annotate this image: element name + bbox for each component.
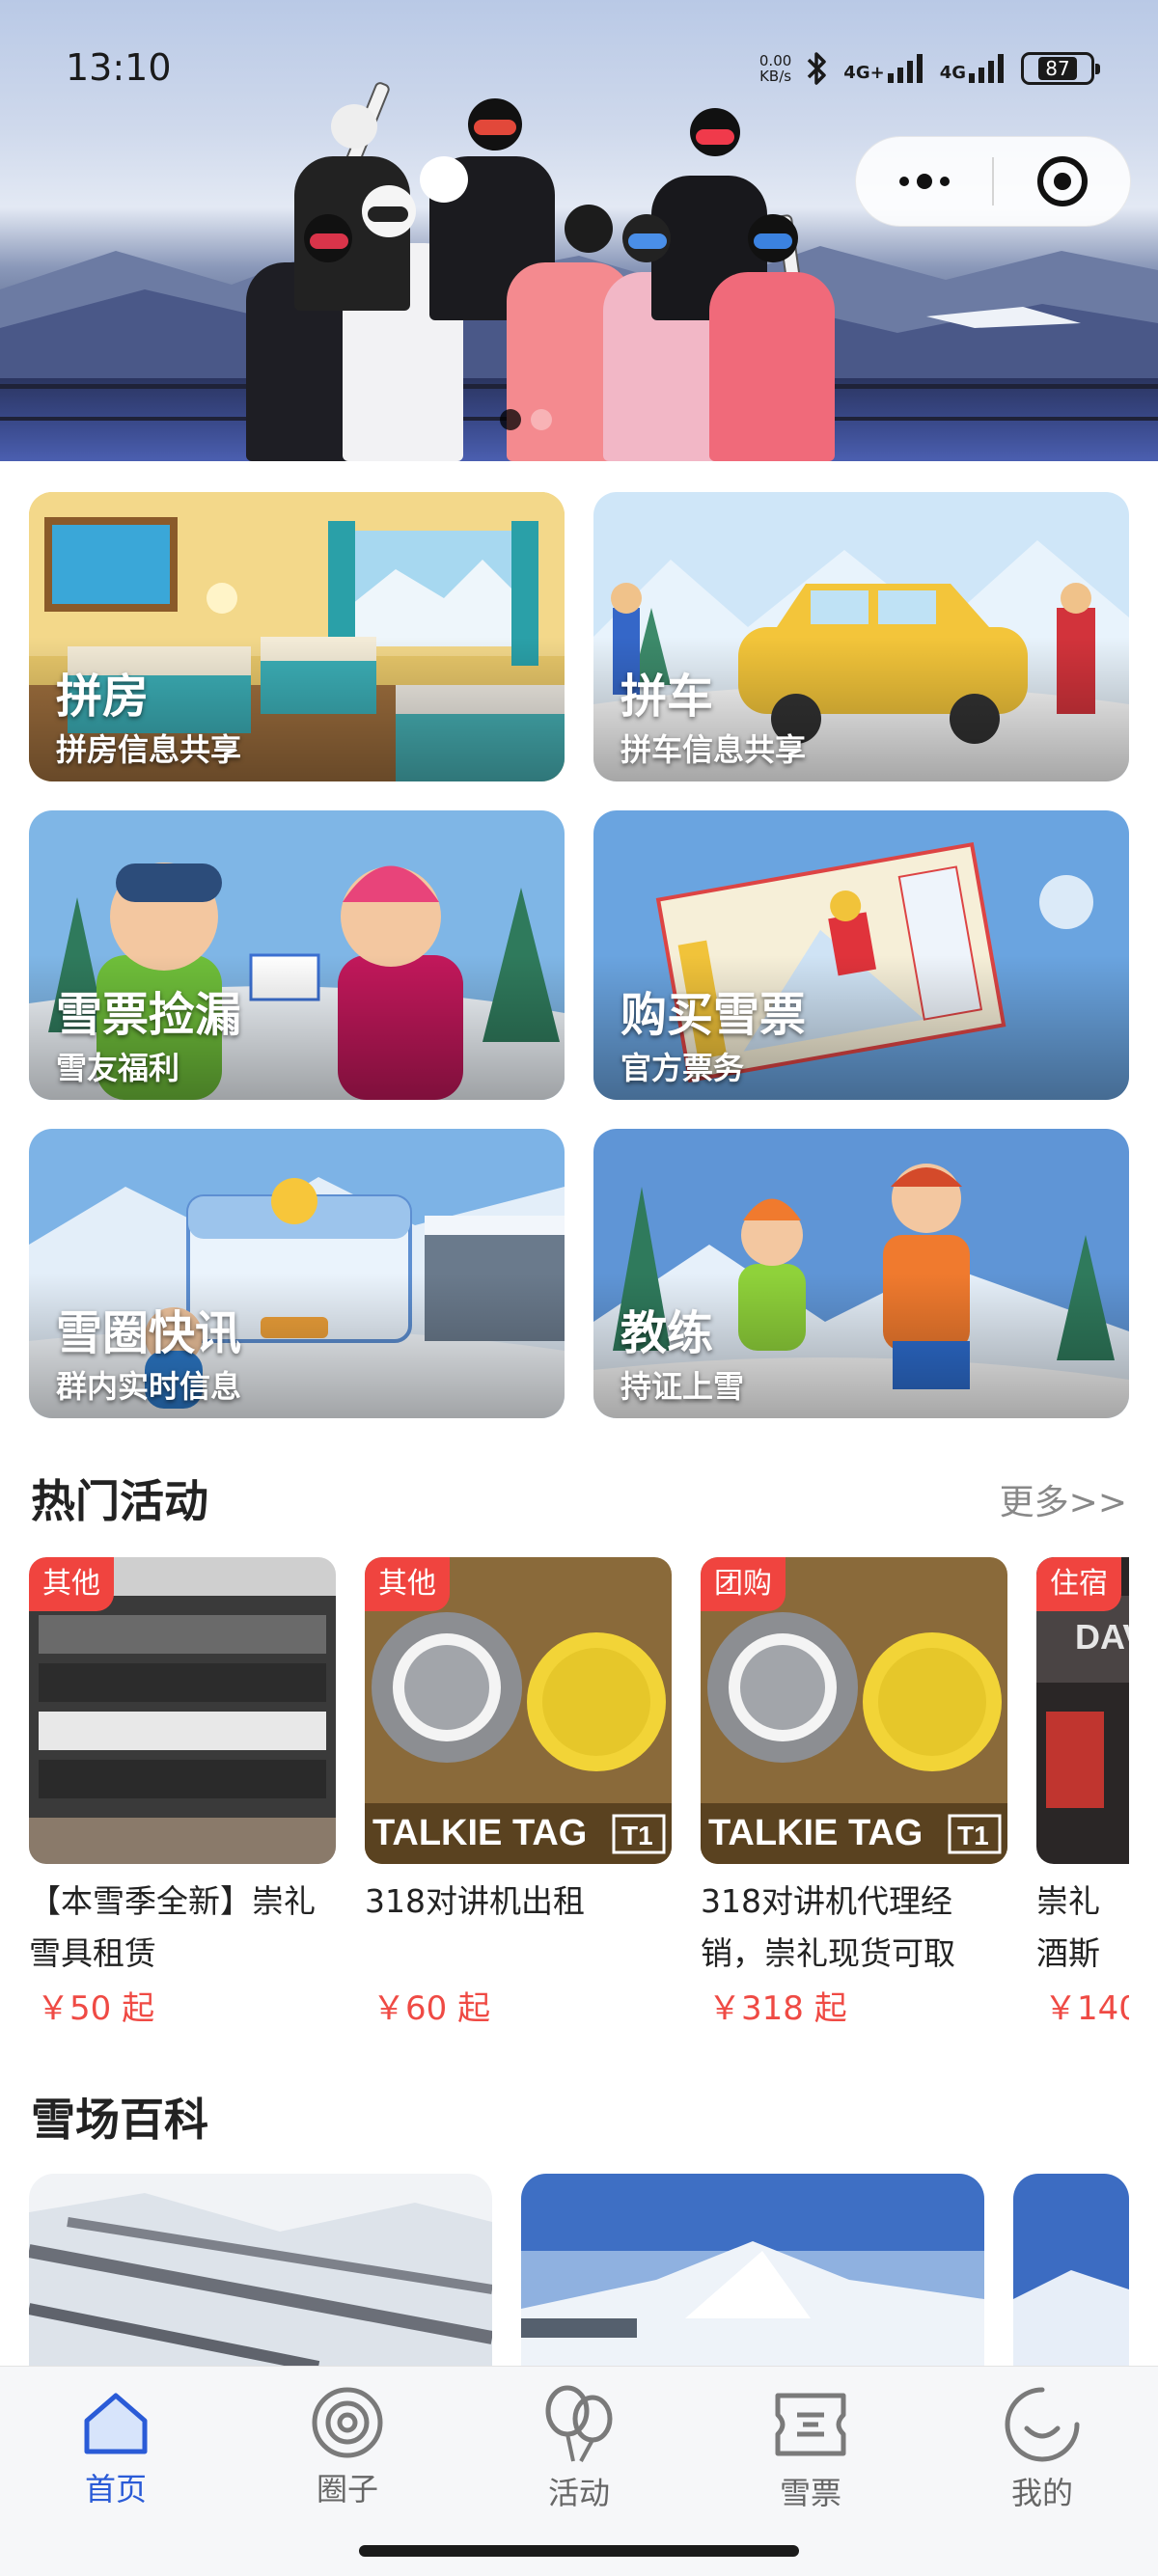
more-link[interactable]: 更多>> (1000, 1474, 1127, 1524)
ticket-icon (770, 2384, 851, 2465)
activity-price: ￥50 起 (37, 1989, 155, 2028)
miniprogram-capsule (855, 136, 1131, 227)
tab-home[interactable]: 首页 (43, 2384, 188, 2509)
more-button[interactable] (856, 137, 992, 226)
home-icon (75, 2384, 156, 2461)
category-badge: 住宿 (1036, 1557, 1121, 1611)
category-badge: 其他 (365, 1557, 450, 1611)
encyclopedia-card[interactable] (1013, 2174, 1129, 2367)
net-speed: 0.00 KB/s (759, 53, 791, 84)
status-bar: 13:10 0.00 KB/s 4G+ 4G 87 (0, 0, 1158, 135)
activity-name: 318对讲机出租 (365, 1882, 585, 1920)
close-miniprogram-button[interactable] (994, 137, 1130, 226)
activity-name: 318对讲机代理经销，崇礼现货可取 (701, 1882, 955, 1972)
net-speed-unit: KB/s (759, 68, 792, 85)
card-title: 雪圈快讯 (56, 1306, 242, 1360)
tab-label: 活动 (547, 2475, 610, 2511)
home-indicator (359, 2545, 799, 2557)
card-subtitle: 持证上雪 (620, 1368, 745, 1405)
encyclopedia-card[interactable] (521, 2174, 984, 2367)
activity-card[interactable]: TALKIE TAG T1 其他 318对讲机出租 ￥60 起 (365, 1557, 672, 2028)
category-badge: 团购 (701, 1557, 786, 1611)
indicator-dot-active (500, 409, 521, 430)
card-subtitle: 群内实时信息 (56, 1368, 242, 1405)
card-title: 拼房 (56, 670, 150, 724)
target-close-icon (1036, 156, 1088, 206)
smile-profile-icon (1002, 2384, 1083, 2465)
talkie-tag-text: TALKIE TAG (372, 1813, 587, 1853)
activity-card-clipper: DAVO 住宿 崇礼酒斯快捷 ￥140 (1036, 1557, 1129, 2097)
bluetooth-icon (808, 52, 827, 85)
ski-resort-aerial-photo (29, 2174, 492, 2367)
tab-profile[interactable]: 我的 (970, 2384, 1115, 2511)
activity-price: ￥318 起 (708, 1989, 847, 2028)
card-subtitle: 拼车信息共享 (620, 731, 807, 768)
more-dots-icon (898, 174, 950, 189)
talkie-tag-model: T1 (957, 1821, 989, 1850)
tab-label: 雪票 (779, 2475, 841, 2511)
signal-bars-icon (969, 54, 1004, 83)
balloons-icon (538, 2384, 620, 2465)
feature-card-coach[interactable]: 教练 持证上雪 (593, 1129, 1129, 1418)
encyclopedia-card[interactable] (29, 2174, 492, 2367)
activity-image: 其他 (29, 1557, 336, 1864)
snow-mountain-photo (1013, 2174, 1129, 2367)
feature-card-car-share[interactable]: 拼车 拼车信息共享 (593, 492, 1129, 781)
ski-slope-photo (521, 2174, 984, 2367)
signal-label-1: 4G+ (843, 63, 885, 83)
activity-image: DAVO 住宿 (1036, 1557, 1129, 1864)
feature-card-ticket-deals[interactable]: 雪票捡漏 雪友福利 (29, 810, 565, 1100)
tab-circle[interactable]: 圈子 (275, 2384, 420, 2509)
activity-image: TALKIE TAG T1 团购 (701, 1557, 1007, 1864)
activity-image: TALKIE TAG T1 其他 (365, 1557, 672, 1864)
hotel-sign-text: DAVO (1075, 1617, 1129, 1657)
tab-tickets[interactable]: 雪票 (738, 2384, 883, 2511)
feature-card-room-share[interactable]: 拼房 拼房信息共享 (29, 492, 565, 781)
tab-activities[interactable]: 活动 (507, 2384, 651, 2511)
tab-label: 圈子 (316, 2471, 378, 2507)
banner-indicator (500, 409, 573, 430)
activity-price: ￥60 起 (372, 1989, 491, 2028)
section-title-hot: 热门活动 (31, 1475, 208, 1527)
circle-target-icon (307, 2384, 388, 2461)
feature-card-buy-tickets[interactable]: 购买雪票 官方票务 (593, 810, 1129, 1100)
card-title: 教练 (620, 1306, 714, 1360)
activity-card[interactable]: TALKIE TAG T1 团购 318对讲机代理经销，崇礼现货可取 ￥318 … (701, 1557, 1007, 2028)
battery-icon: 87 (1021, 52, 1100, 85)
signal-4g-plus: 4G+ (843, 54, 925, 83)
card-title: 雪票捡漏 (56, 988, 242, 1042)
indicator-dot (531, 409, 552, 430)
activity-name: 【本雪季全新】崇礼雪具租赁 (29, 1882, 316, 1972)
tab-label: 首页 (84, 2471, 147, 2507)
signal-bars-icon (887, 54, 923, 83)
talkie-tag-model: T1 (621, 1821, 653, 1850)
feature-card-snow-news[interactable]: 雪圈快讯 群内实时信息 (29, 1129, 565, 1418)
net-speed-value: 0.00 (758, 52, 792, 69)
section-title-encyclopedia: 雪场百科 (31, 2094, 208, 2146)
signal-label-2: 4G (939, 63, 966, 83)
activity-price: ￥140 (1044, 1989, 1129, 2028)
battery-level: 87 (1038, 57, 1077, 80)
category-badge: 其他 (29, 1557, 114, 1611)
card-subtitle: 雪友福利 (56, 1050, 180, 1086)
talkie-tag-text: TALKIE TAG (708, 1813, 923, 1853)
card-title: 拼车 (620, 670, 714, 724)
card-title: 购买雪票 (620, 988, 807, 1042)
status-time: 13:10 (66, 46, 172, 89)
card-subtitle: 官方票务 (620, 1050, 745, 1086)
tab-label: 我的 (1010, 2475, 1073, 2511)
status-indicators: 0.00 KB/s 4G+ 4G 87 (759, 48, 1100, 89)
signal-4g: 4G (940, 54, 1007, 83)
activity-card[interactable]: 其他 【本雪季全新】崇礼雪具租赁 ￥50 起 (29, 1557, 336, 2028)
activity-name: 崇礼酒斯快捷 (1036, 1882, 1100, 1972)
activity-card[interactable]: DAVO 住宿 崇礼酒斯快捷 ￥140 (1036, 1557, 1129, 2028)
card-subtitle: 拼房信息共享 (56, 731, 242, 768)
